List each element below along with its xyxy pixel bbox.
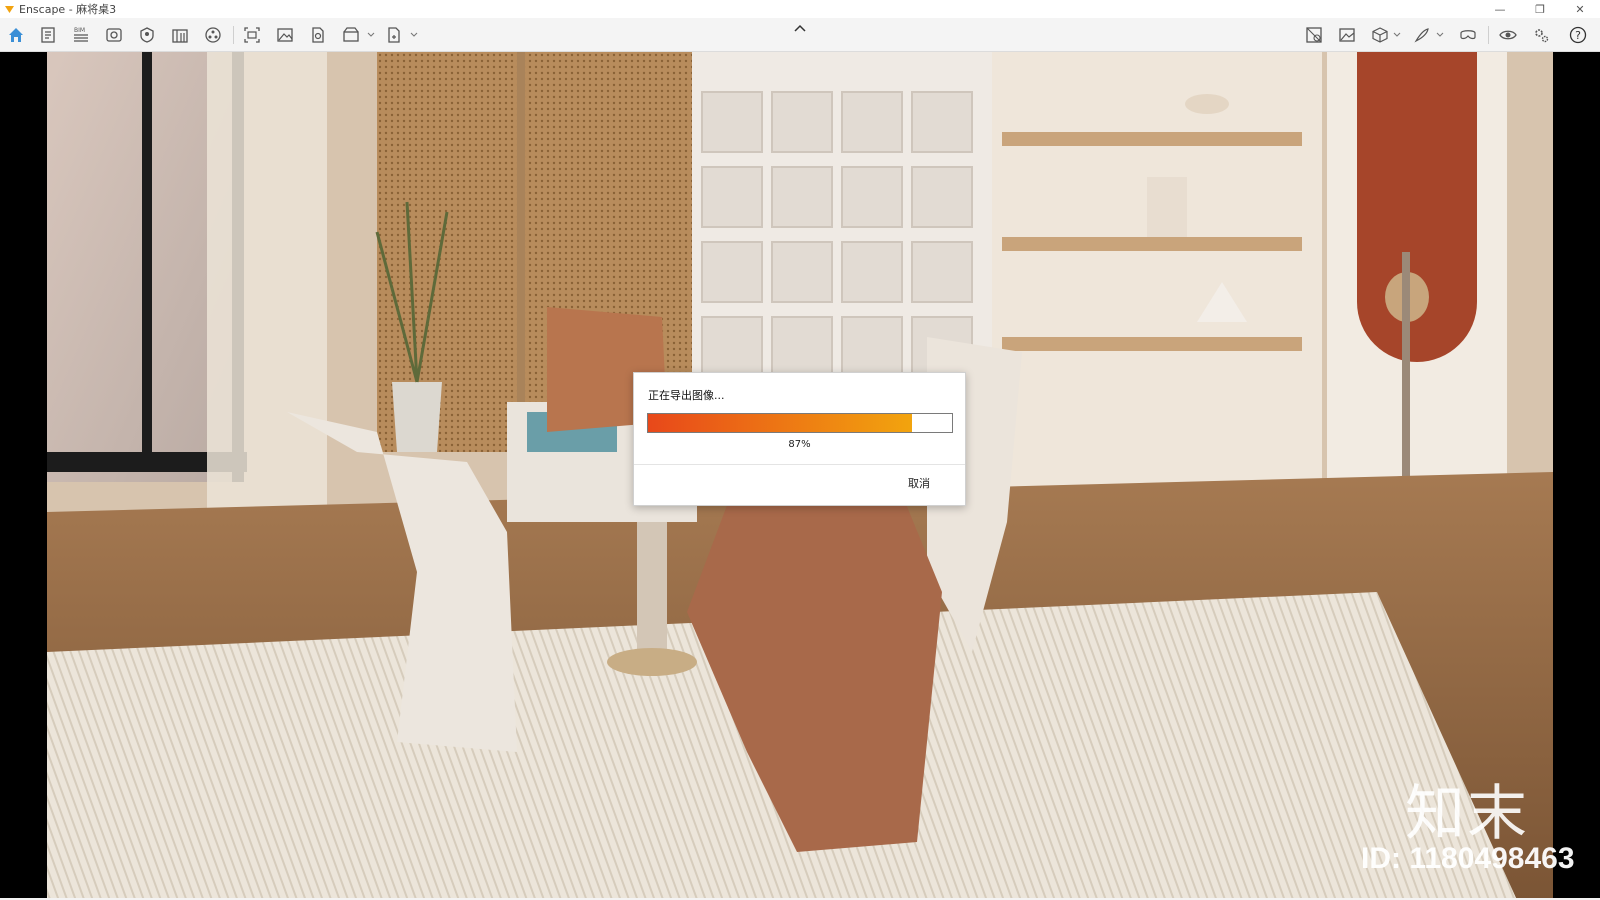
export-video-dropdown-icon[interactable] (367, 29, 375, 41)
window-title: Enscape - 麻将桌3 (19, 3, 117, 16)
bim-label: BIM (74, 27, 85, 34)
watermark-logo: 知末 (1405, 779, 1529, 849)
export-dropdown-icon[interactable] (410, 29, 418, 41)
maximize-button[interactable]: ❐ (1520, 0, 1560, 18)
toolbar-separator-right (1488, 26, 1489, 44)
watermark-id: ID: 1180498463 (1361, 842, 1575, 875)
progress-percentage: 87% (788, 439, 811, 450)
title-bar: Enscape - 麻将桌3 — ❐ ✕ (0, 0, 1600, 18)
export-image-icon[interactable] (308, 25, 328, 45)
export-video-icon[interactable] (341, 25, 361, 45)
export-progress-dialog: 正在导出图像... 87% 取消 (633, 372, 966, 506)
views-icon[interactable] (38, 25, 58, 45)
batch-render-icon[interactable] (275, 25, 295, 45)
help-icon[interactable]: ? (1568, 25, 1588, 45)
atmosphere-icon[interactable] (137, 25, 157, 45)
site-context-icon[interactable] (1304, 25, 1324, 45)
export-icon[interactable] (384, 25, 404, 45)
progress-fill (648, 414, 913, 432)
material-editor-icon[interactable] (1337, 25, 1357, 45)
dialog-divider (634, 464, 965, 465)
window-controls: — ❐ ✕ (1480, 0, 1600, 18)
enscape-logo-icon (4, 4, 15, 15)
eye-icon[interactable] (1498, 25, 1518, 45)
home-icon[interactable] (6, 25, 26, 45)
minimize-button[interactable]: — (1480, 0, 1520, 18)
asset-library-icon[interactable] (203, 25, 223, 45)
collapse-toolbar-chevron-icon[interactable] (792, 23, 808, 33)
cube-icon[interactable] (1370, 25, 1390, 45)
library-icon[interactable] (170, 25, 190, 45)
bim-icon[interactable]: BIM (71, 25, 91, 45)
draw-dropdown-icon[interactable] (1436, 29, 1444, 41)
toolbar-separator (233, 26, 234, 44)
cube-dropdown-icon[interactable] (1393, 29, 1401, 41)
export-progress-bar (647, 413, 953, 433)
cancel-button[interactable]: 取消 (908, 475, 930, 491)
help-symbol: ? (1575, 29, 1581, 42)
vr-headset-icon[interactable] (1458, 25, 1478, 45)
screenshot-icon[interactable] (242, 25, 262, 45)
close-button[interactable]: ✕ (1560, 0, 1600, 18)
visual-settings-icon[interactable] (104, 25, 124, 45)
dialog-title: 正在导出图像... (648, 389, 725, 402)
draw-icon[interactable] (1412, 25, 1432, 45)
settings-icon[interactable] (1531, 25, 1551, 45)
